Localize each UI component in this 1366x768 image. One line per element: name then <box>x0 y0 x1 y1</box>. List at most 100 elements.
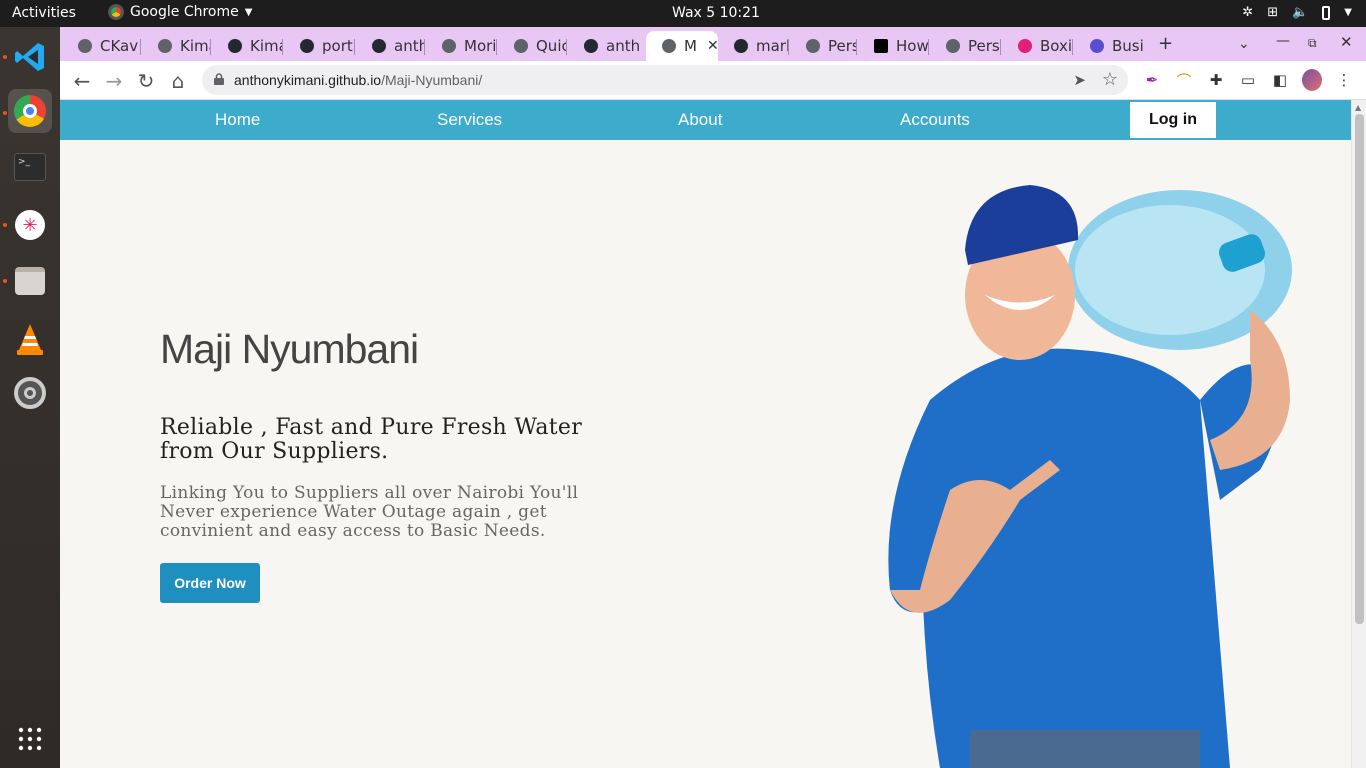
tab-label: mark <box>756 37 788 55</box>
restore-button[interactable]: ⧉ <box>1308 36 1317 51</box>
app-menu[interactable]: Google Chrome ▼ <box>108 4 252 20</box>
files-icon[interactable] <box>8 259 52 303</box>
running-indicator <box>3 279 7 283</box>
address-bar[interactable]: anthonykimani.github.io/Maji-Nyumbani/ ➤… <box>202 65 1128 95</box>
close-tab-icon[interactable]: ✕ <box>707 38 718 54</box>
tab-label: Boxi <box>1040 37 1072 55</box>
tab-separator <box>424 39 425 55</box>
network-icon[interactable]: ⊞ <box>1267 5 1278 20</box>
tab-separator <box>282 39 283 55</box>
tab-search-icon[interactable]: ⌄ <box>1238 36 1250 52</box>
profile-avatar[interactable] <box>1302 69 1322 91</box>
tab-separator <box>496 39 497 55</box>
vscode-icon[interactable] <box>8 35 52 79</box>
tab-label: How <box>896 37 928 55</box>
github-icon <box>372 39 386 53</box>
side-panel-icon[interactable]: ◧ <box>1270 70 1290 90</box>
tab-2[interactable]: Kima <box>142 31 210 61</box>
tab-15[interactable]: Busi <box>1074 31 1146 61</box>
tab-7[interactable]: Quic <box>498 31 566 61</box>
tab-separator <box>1072 39 1073 55</box>
github-icon <box>734 39 748 53</box>
tab-label: Mori <box>464 37 496 55</box>
slack-icon[interactable]: ✳ <box>8 203 52 247</box>
settings-icon[interactable] <box>8 371 52 415</box>
tab-separator <box>788 39 789 55</box>
system-tray[interactable]: ✲ ⊞ 🔈 ▼ <box>1242 5 1352 20</box>
tab-label: Pers <box>828 37 856 55</box>
tab-8[interactable]: anth <box>568 31 644 61</box>
cast-icon[interactable]: ▭ <box>1238 70 1258 90</box>
battery-icon[interactable] <box>1322 5 1331 20</box>
nav-accounts[interactable]: Accounts <box>900 110 970 130</box>
github-icon <box>300 39 314 53</box>
delivery-man-image <box>888 185 1292 768</box>
nav-home[interactable]: Home <box>215 110 260 130</box>
hero-subtitle: Reliable , Fast and Pure Fresh Water fro… <box>160 415 583 464</box>
tab-1[interactable]: CKav <box>62 31 140 61</box>
home-button[interactable]: ⌂ <box>166 69 190 93</box>
tab-4[interactable]: port <box>284 31 354 61</box>
site-navbar: Home Services About Accounts Log in <box>60 100 1351 140</box>
show-apps-icon[interactable] <box>8 717 52 761</box>
tab-5[interactable]: anth <box>356 31 424 61</box>
url-host: anthonykimani.github.io <box>234 72 382 88</box>
url-path: /Maji-Nyumbani/ <box>381 72 483 88</box>
back-button[interactable]: ← <box>70 69 94 93</box>
extensions-puzzle-icon[interactable]: ✚ <box>1206 70 1226 90</box>
slack-tray-icon[interactable]: ✲ <box>1242 5 1253 20</box>
menu-kebab-icon[interactable]: ⋮ <box>1334 70 1354 90</box>
volume-icon[interactable]: 🔈 <box>1292 5 1308 20</box>
system-top-bar: Activities Google Chrome ▼ Wax 5 10:21 ✲… <box>0 0 1366 27</box>
running-indicator <box>3 55 7 59</box>
globe-icon <box>158 39 172 53</box>
minimize-button[interactable]: — <box>1276 33 1290 49</box>
vlc-icon[interactable] <box>8 317 52 361</box>
tab-10[interactable]: mark <box>718 31 788 61</box>
tab-9[interactable]: M ✕ <box>646 31 718 61</box>
nav-about[interactable]: About <box>678 110 722 130</box>
tab-label: CKav <box>100 37 139 55</box>
tab-label: port <box>322 37 353 55</box>
terminal-icon[interactable]: >_ <box>8 145 52 189</box>
tab-6[interactable]: Mori <box>426 31 496 61</box>
new-tab-button[interactable]: + <box>1158 33 1173 54</box>
globe-icon <box>78 39 92 53</box>
tab-label: Kima <box>180 37 210 55</box>
reload-button[interactable]: ↻ <box>134 69 158 93</box>
tab-separator <box>1000 39 1001 55</box>
browser-toolbar: ← → ↻ ⌂ anthonykimani.github.io/Maji-Nyu… <box>60 61 1366 100</box>
tab-11[interactable]: Pers <box>790 31 856 61</box>
chevron-down-icon[interactable]: ▼ <box>1344 7 1352 18</box>
running-indicator <box>3 111 7 115</box>
tab-13[interactable]: Pers <box>930 31 1000 61</box>
rainbow-extension-icon[interactable]: ⌒ <box>1174 70 1194 90</box>
dock: >_ ✳ <box>0 27 60 768</box>
tab-strip: CKavKimaKimaportanthMoriQuicanthM✕markPe… <box>60 27 1366 61</box>
github-icon <box>584 39 598 53</box>
tab-12[interactable]: How <box>858 31 928 61</box>
login-button[interactable]: Log in <box>1130 102 1216 138</box>
nav-services[interactable]: Services <box>437 110 502 130</box>
bookmark-star-icon[interactable]: ☆ <box>1102 69 1118 90</box>
tab-label: M <box>684 37 697 55</box>
tab-label: anth <box>394 37 424 55</box>
send-tab-icon[interactable]: ➤ <box>1073 71 1086 89</box>
cube-icon <box>1018 39 1032 53</box>
github-icon <box>228 39 242 53</box>
tab-3[interactable]: Kima <box>212 31 282 61</box>
scrollbar-thumb[interactable] <box>1355 114 1364 624</box>
forward-button[interactable]: → <box>102 69 126 93</box>
tab-separator <box>566 39 567 55</box>
scroll-up-arrow[interactable]: ▲ <box>1355 103 1361 112</box>
tab-14[interactable]: Boxi <box>1002 31 1072 61</box>
clock[interactable]: Wax 5 10:21 <box>672 5 760 21</box>
running-indicator <box>3 223 7 227</box>
page-scrollbar[interactable]: ▲ <box>1351 100 1366 768</box>
chevron-down-icon: ▼ <box>244 6 253 18</box>
order-now-button[interactable]: Order Now <box>160 563 260 603</box>
chrome-icon[interactable] <box>8 89 52 133</box>
close-window-button[interactable]: ✕ <box>1340 33 1353 51</box>
activities-button[interactable]: Activities <box>12 5 76 21</box>
pen-extension-icon[interactable]: ✒ <box>1142 70 1162 90</box>
